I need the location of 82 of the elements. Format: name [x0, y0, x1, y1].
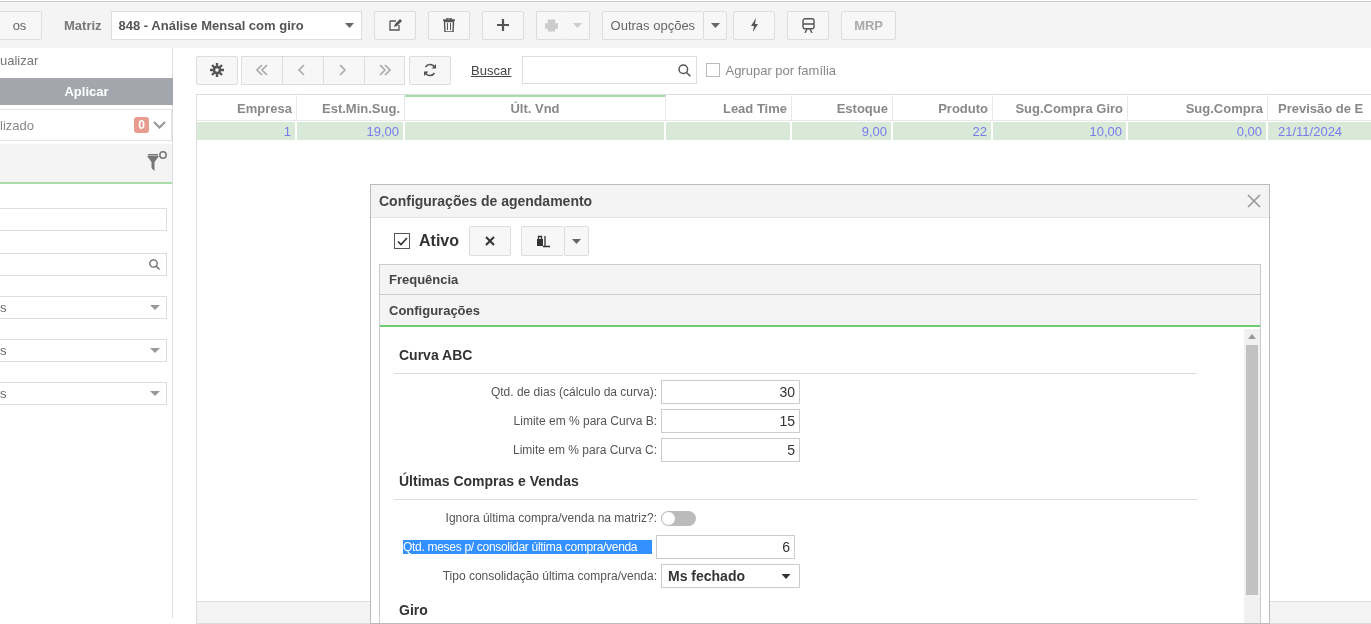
trash-icon	[442, 18, 455, 32]
add-button[interactable]	[481, 10, 524, 40]
partial-button[interactable]: os	[0, 10, 42, 40]
gear-icon	[210, 63, 224, 77]
toggle-switch[interactable]	[661, 510, 696, 526]
count-badge: 0	[134, 117, 149, 133]
section-title: Curva ABC	[398, 346, 474, 365]
field-label: Qtd. de dias (cálculo da curva):	[489, 385, 657, 399]
active-label: Ativo	[419, 232, 459, 250]
filter-input[interactable]	[0, 208, 167, 231]
field-label: Limite em % para Curva B:	[512, 414, 657, 428]
checkbox-label: Agrupar por família	[725, 62, 837, 78]
train-button[interactable]	[787, 10, 830, 40]
number-input[interactable]: 5	[661, 438, 800, 462]
train-icon	[801, 17, 815, 33]
scrollbar-thumb[interactable]	[1246, 345, 1258, 595]
saved-filter-select[interactable]: lizado 0	[0, 109, 172, 141]
field-label: Tipo consolidação última compra/venda:	[441, 569, 657, 583]
scroll-up-arrow-icon	[1248, 334, 1256, 339]
bolt-button[interactable]	[733, 10, 776, 40]
caret-icon	[572, 238, 581, 244]
table-cell: 9,00	[792, 121, 893, 140]
filter-select[interactable]: s	[0, 382, 167, 405]
table-cell: 22	[893, 121, 993, 140]
field-label: Ignora última compra/venda na matriz?:	[444, 511, 657, 525]
cancel-button[interactable]	[469, 226, 511, 256]
bolt-icon	[749, 18, 759, 32]
table-cell: 21/11/2024	[1268, 121, 1371, 140]
clean-button[interactable]	[521, 226, 564, 256]
clean-menu-button[interactable]	[564, 226, 589, 256]
checkbox[interactable]	[706, 63, 721, 77]
caret-icon	[710, 22, 720, 28]
dialog-title: Configurações de agendamento	[379, 193, 593, 209]
search-field[interactable]	[522, 56, 698, 84]
refresh-button[interactable]	[409, 55, 451, 85]
caret-icon	[344, 22, 354, 28]
section-title: Giro	[398, 601, 429, 620]
caret-icon	[150, 305, 160, 310]
previous-page-button[interactable]	[282, 55, 323, 85]
edit-button[interactable]	[373, 10, 416, 40]
field-label: Qtd. meses p/ consolidar última compra/venda	[403, 540, 652, 554]
accordion-header[interactable]: Frequência	[380, 265, 1260, 295]
number-input[interactable]: 6	[656, 535, 795, 559]
filter-select[interactable]: s	[0, 339, 167, 362]
x-icon	[485, 236, 495, 246]
search-link[interactable]: Buscar	[471, 62, 512, 78]
search-icon	[149, 259, 160, 270]
dropdown[interactable]: Ms fechado	[661, 564, 800, 588]
checkbox[interactable]	[394, 233, 410, 249]
section-title: Últimas Compras e Vendas	[398, 471, 580, 491]
settings-button[interactable]	[196, 55, 238, 85]
delete-button[interactable]	[427, 10, 470, 40]
update-link[interactable]: ualizar	[0, 48, 172, 78]
refresh-icon	[423, 63, 437, 77]
number-input[interactable]: 30	[661, 380, 800, 404]
edit-icon	[387, 18, 402, 32]
table-cell: 10,00	[993, 121, 1128, 140]
filter-search-field[interactable]	[0, 253, 167, 276]
number-input[interactable]: 15	[661, 409, 800, 433]
double-chevron-left-icon	[256, 64, 268, 76]
accordion-header[interactable]: Configurações	[380, 295, 1260, 327]
caret-icon	[781, 573, 791, 579]
search-icon	[678, 63, 692, 77]
matriz-select[interactable]: 848 - Análise Mensal com giro	[110, 10, 362, 40]
caret-icon	[150, 348, 160, 353]
next-page-button[interactable]	[323, 55, 364, 85]
table-cell: 1	[197, 121, 297, 140]
plus-icon	[496, 19, 509, 31]
scrollbar[interactable]	[1244, 329, 1260, 623]
double-chevron-right-icon	[378, 64, 391, 76]
other-options-menu-button[interactable]	[703, 10, 728, 40]
filter-select[interactable]: s	[0, 296, 167, 319]
close-icon[interactable]	[1247, 194, 1261, 208]
chevron-down-icon	[153, 121, 166, 129]
caret-icon	[572, 22, 582, 28]
table-cell: 0,00	[1128, 121, 1268, 140]
field-label: Limite em % para Curva C:	[511, 443, 657, 457]
other-options-button[interactable]: Outras opções	[601, 10, 704, 40]
matriz-label: Matriz	[64, 17, 102, 33]
table-row[interactable]: 1 19,00 9,00 22 10,00 0,00 21/11/2024	[197, 121, 1371, 140]
caret-icon	[150, 391, 160, 396]
table-cell: 19,00	[297, 121, 405, 140]
